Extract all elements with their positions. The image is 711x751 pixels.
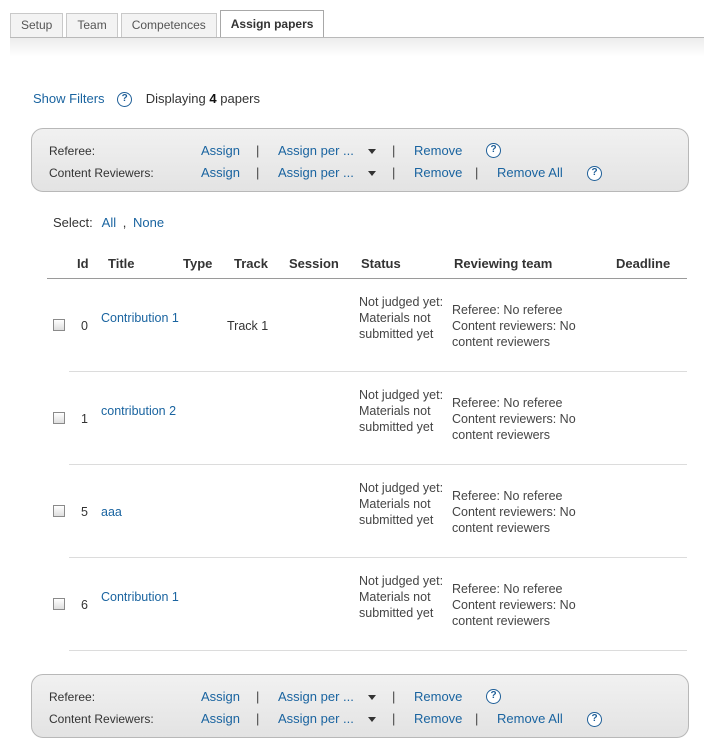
paper-id: 5	[81, 505, 88, 519]
row-checkbox[interactable]	[53, 505, 65, 517]
col-session-header[interactable]: Session	[289, 256, 339, 271]
referee-assign-per-dropdown[interactable]: Assign per ...	[278, 142, 376, 160]
reviewing-team: Referee: No referee Content reviewers: N…	[452, 582, 576, 628]
select-comma: ,	[122, 215, 127, 230]
paper-title-link[interactable]: aaa	[101, 504, 181, 520]
displaying-suffix: papers	[220, 91, 260, 106]
row-divider	[69, 650, 687, 651]
chevron-down-icon	[367, 695, 376, 701]
displaying-prefix: Displaying	[145, 91, 206, 106]
separator: |	[475, 165, 479, 180]
assign-per-label: Assign per ...	[278, 711, 354, 726]
reviewers-assign-per-dropdown[interactable]: Assign per ...	[278, 164, 376, 182]
help-icon[interactable]: ?	[486, 143, 501, 158]
table-row: 5 aaa Not judged yet: Materials not subm…	[47, 465, 687, 558]
col-reviewing-team-header[interactable]: Reviewing team	[454, 256, 552, 271]
content-reviewers-label: Content Reviewers:	[49, 166, 154, 180]
separator: |	[392, 711, 396, 726]
separator: |	[392, 143, 396, 158]
col-type-header[interactable]: Type	[183, 256, 212, 271]
paper-status: Not judged yet: Materials not submitted …	[359, 481, 444, 527]
col-status-header[interactable]: Status	[361, 256, 401, 271]
table-row: 0 Contribution 1 Track 1 Not judged yet:…	[47, 279, 687, 372]
reviewers-assign-link[interactable]: Assign	[201, 710, 240, 728]
paper-status: Not judged yet: Materials not submitted …	[359, 295, 444, 341]
separator: |	[392, 165, 396, 180]
reviewing-team: Referee: No referee Content reviewers: N…	[452, 489, 576, 535]
reviewers-remove-link[interactable]: Remove	[414, 710, 462, 728]
assign-per-label: Assign per ...	[278, 165, 354, 180]
tab-content-border	[10, 37, 704, 57]
paper-track: Track 1	[227, 319, 269, 333]
separator: |	[392, 689, 396, 704]
paper-status: Not judged yet: Materials not submitted …	[359, 388, 444, 434]
select-all-link[interactable]: All	[102, 215, 116, 230]
help-icon[interactable]: ?	[587, 166, 602, 181]
paper-title-link[interactable]: Contribution 1	[101, 589, 181, 605]
col-id-header[interactable]: Id	[77, 256, 89, 271]
referee-label: Referee:	[49, 144, 96, 158]
filter-line: Show Filters ? Displaying 4 papers	[33, 90, 260, 108]
assign-per-label: Assign per ...	[278, 143, 354, 158]
referee-assign-link[interactable]: Assign	[201, 142, 240, 160]
chevron-down-icon	[367, 171, 376, 177]
chevron-down-icon	[367, 149, 376, 155]
reviewers-assign-link[interactable]: Assign	[201, 164, 240, 182]
referee-label: Referee:	[49, 690, 96, 704]
tab-competences[interactable]: Competences	[120, 13, 217, 37]
reviewing-team: Referee: No referee Content reviewers: N…	[452, 396, 576, 442]
tab-assign-papers[interactable]: Assign papers	[219, 10, 325, 37]
displaying-text: Displaying 4 papers	[146, 91, 260, 106]
row-checkbox[interactable]	[53, 319, 65, 331]
separator: |	[256, 689, 260, 704]
paper-title-link[interactable]: Contribution 1	[101, 310, 181, 326]
referee-remove-link[interactable]: Remove	[414, 142, 462, 160]
select-line: Select: All , None	[53, 214, 164, 232]
paper-id: 0	[81, 319, 88, 333]
reviewers-remove-all-link[interactable]: Remove All	[497, 164, 563, 182]
reviewing-team: Referee: No referee Content reviewers: N…	[452, 303, 576, 349]
chevron-down-icon	[367, 717, 376, 723]
actions-panel-top: Referee: Assign | Assign per ... | Remov…	[31, 128, 689, 192]
table-row: 6 Contribution 1 Not judged yet: Materia…	[47, 558, 687, 651]
paper-id: 1	[81, 412, 88, 426]
show-filters-link[interactable]: Show Filters	[33, 91, 105, 106]
row-checkbox[interactable]	[53, 598, 65, 610]
assign-per-label: Assign per ...	[278, 689, 354, 704]
reviewers-remove-all-link[interactable]: Remove All	[497, 710, 563, 728]
tab-team[interactable]: Team	[66, 13, 118, 37]
select-none-link[interactable]: None	[133, 215, 164, 230]
help-icon[interactable]: ?	[117, 92, 133, 108]
separator: |	[256, 711, 260, 726]
content-reviewers-label: Content Reviewers:	[49, 712, 154, 726]
actions-panel-bottom: Referee: Assign | Assign per ... | Remov…	[31, 674, 689, 738]
table-row: 1 contribution 2 Not judged yet: Materia…	[47, 372, 687, 465]
help-icon[interactable]: ?	[486, 689, 501, 704]
reviewers-remove-link[interactable]: Remove	[414, 164, 462, 182]
separator: |	[475, 711, 479, 726]
paper-status: Not judged yet: Materials not submitted …	[359, 574, 444, 620]
paper-count: 4	[209, 91, 217, 106]
paper-title-link[interactable]: contribution 2	[101, 403, 181, 419]
col-deadline-header[interactable]: Deadline	[616, 256, 670, 271]
referee-remove-link[interactable]: Remove	[414, 688, 462, 706]
separator: |	[256, 165, 260, 180]
select-label: Select:	[53, 215, 93, 230]
tab-setup[interactable]: Setup	[10, 13, 64, 37]
col-title-header[interactable]: Title	[108, 256, 135, 271]
referee-assign-per-dropdown[interactable]: Assign per ...	[278, 688, 376, 706]
table-header: Id Title Type Track Session Status Revie…	[47, 254, 687, 279]
paper-id: 6	[81, 598, 88, 612]
referee-assign-link[interactable]: Assign	[201, 688, 240, 706]
tab-bar: Setup Team Competences Assign papers	[10, 10, 327, 37]
col-track-header[interactable]: Track	[234, 256, 268, 271]
separator: |	[256, 143, 260, 158]
reviewers-assign-per-dropdown[interactable]: Assign per ...	[278, 710, 376, 728]
help-icon[interactable]: ?	[587, 712, 602, 727]
row-checkbox[interactable]	[53, 412, 65, 424]
